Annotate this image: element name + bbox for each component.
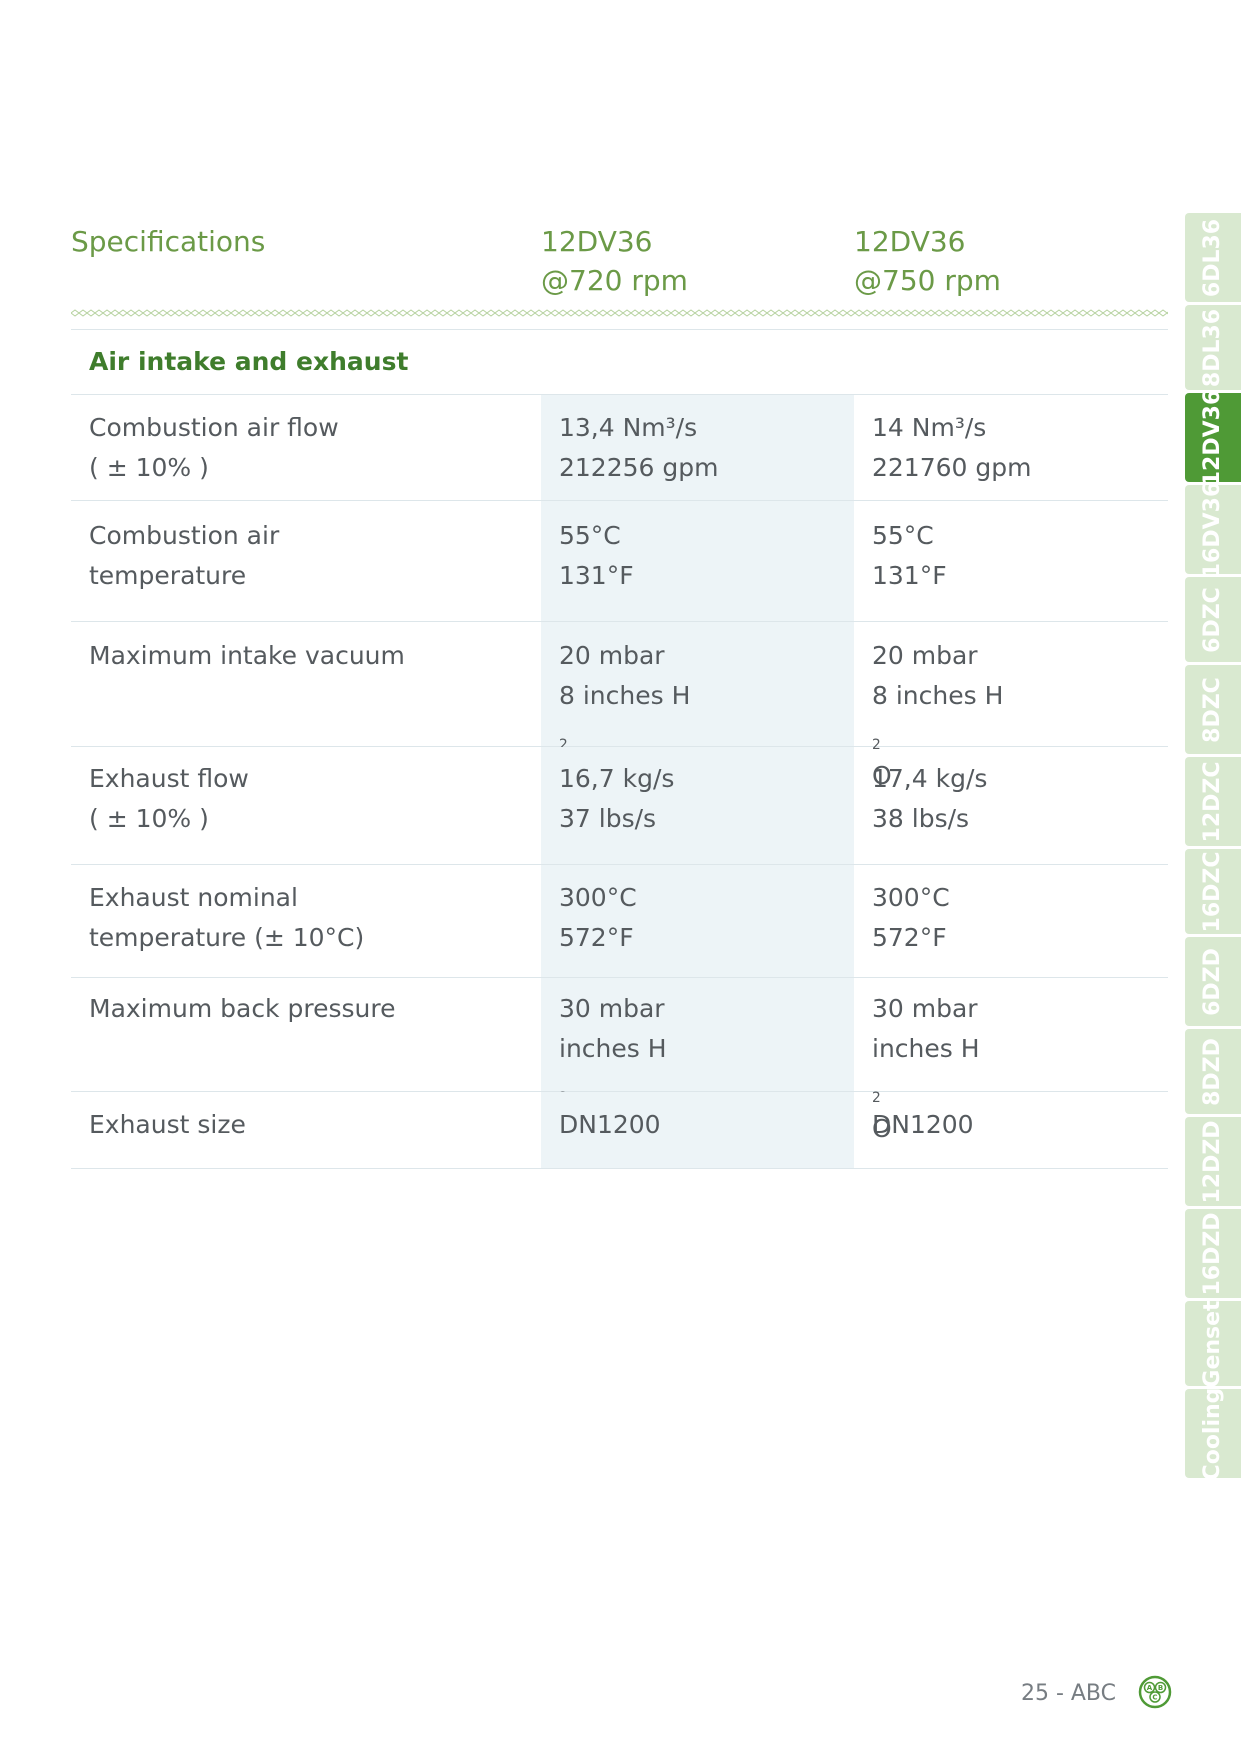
value-720rpm: 30 mbar inches H2O — [541, 978, 854, 1143]
tab-16dv36[interactable]: 16DV36 — [1185, 481, 1241, 578]
value-720rpm: 300°C 572°F — [541, 865, 854, 977]
svg-text:C: C — [1152, 1694, 1157, 1702]
row-label: Combustion air flow ( ± 10% ) — [89, 413, 339, 482]
table-row: Exhaust flow ( ± 10% ) 16,7 kg/s 37 lbs/… — [71, 747, 1168, 865]
value-720rpm: 16,7 kg/s 37 lbs/s — [541, 747, 854, 864]
column-header-720rpm: 12DV36 @720 rpm — [541, 222, 841, 300]
value-750rpm: 20 mbar 8 inches H2O — [872, 641, 1004, 790]
tab-8dzd[interactable]: 8DZD — [1185, 1029, 1241, 1114]
table-row: Maximum intake vacuum 20 mbar 8 inches H… — [71, 622, 1168, 790]
table-row: Maximum back pressure 30 mbar inches H2O… — [71, 978, 1168, 1143]
page-number: 25 - ABC — [1020, 1681, 1116, 1706]
value-750rpm: 17,4 kg/s 38 lbs/s — [872, 764, 988, 833]
value-750rpm: 55°C 131°F — [872, 521, 947, 590]
row-label: Maximum back pressure — [89, 994, 396, 1023]
row-label: Combustion air temperature — [89, 521, 280, 590]
tab-genset[interactable]: Genset — [1185, 1300, 1241, 1387]
column-header-speed: @720 rpm — [541, 264, 688, 297]
tab-8dl36[interactable]: 8DL36 — [1185, 305, 1241, 390]
engine-model-tabs: 6DL36 8DL36 12DV36 16DV36 6DZC 8DZC 12DZ… — [1185, 213, 1241, 1481]
page-footer: 25 - ABC A B C — [1000, 1675, 1180, 1715]
tab-12dzd[interactable]: 12DZD — [1185, 1117, 1241, 1206]
tab-cooling[interactable]: Cooling — [1185, 1387, 1241, 1480]
value-750rpm: 14 Nm³/s 221760 gpm — [872, 413, 1032, 482]
section-header-row: Air intake and exhaust — [71, 330, 1168, 395]
tab-12dv36[interactable]: 12DV36 — [1185, 389, 1241, 486]
table-row: Exhaust nominal temperature (± 10°C) 300… — [71, 865, 1168, 978]
tab-16dzc[interactable]: 16DZC — [1185, 849, 1241, 934]
tab-6dl36[interactable]: 6DL36 — [1185, 213, 1241, 302]
table-row: Combustion air temperature 55°C 131°F 55… — [71, 501, 1168, 622]
tab-6dzc[interactable]: 6DZC — [1185, 577, 1241, 662]
column-header-speed: @750 rpm — [854, 264, 1001, 297]
row-label: Maximum intake vacuum — [89, 641, 405, 670]
column-header-750rpm: 12DV36 @750 rpm — [854, 222, 1154, 300]
table-header: Specifications 12DV36 @720 rpm 12DV36 @7… — [71, 222, 1168, 312]
value-720rpm: DN1200 — [541, 1092, 854, 1168]
section-title: Air intake and exhaust — [89, 347, 409, 376]
svg-text:B: B — [1158, 1684, 1163, 1692]
decorative-zigzag-divider — [71, 308, 1168, 318]
value-720rpm: 55°C 131°F — [541, 501, 854, 621]
specifications-title: Specifications — [71, 225, 266, 258]
tab-6dzd[interactable]: 6DZD — [1185, 937, 1241, 1026]
abc-logo-icon: A B C — [1138, 1675, 1172, 1709]
row-label: Exhaust size — [89, 1110, 246, 1139]
row-label: Exhaust flow ( ± 10% ) — [89, 764, 249, 833]
svg-text:A: A — [1147, 1684, 1153, 1692]
tab-16dzd[interactable]: 16DZD — [1185, 1209, 1241, 1298]
column-header-model: 12DV36 — [541, 225, 653, 258]
value-720rpm: 20 mbar 8 inches H2O — [541, 622, 854, 790]
tab-8dzc[interactable]: 8DZC — [1185, 665, 1241, 754]
tab-12dzc[interactable]: 12DZC — [1185, 757, 1241, 846]
table-row: Exhaust size DN1200 DN1200 — [71, 1092, 1168, 1169]
column-header-model: 12DV36 — [854, 225, 966, 258]
specifications-table: Air intake and exhaust Combustion air fl… — [71, 329, 1168, 1169]
value-750rpm: DN1200 — [872, 1110, 974, 1139]
table-row: Combustion air flow ( ± 10% ) 13,4 Nm³/s… — [71, 395, 1168, 501]
value-720rpm: 13,4 Nm³/s 212256 gpm — [541, 395, 854, 500]
value-750rpm: 30 mbar inches H2O — [872, 994, 980, 1143]
row-label: Exhaust nominal temperature (± 10°C) — [89, 883, 365, 952]
value-750rpm: 300°C 572°F — [872, 883, 950, 952]
